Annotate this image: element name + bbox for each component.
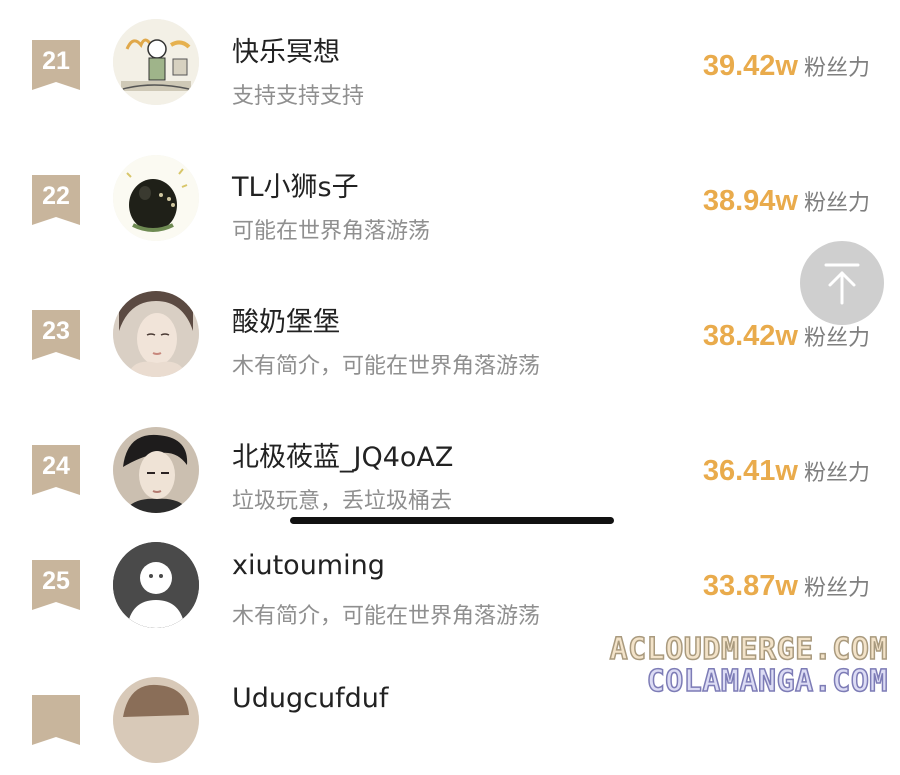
arrow-up-to-top-icon: [824, 263, 860, 305]
user-name[interactable]: xiutouming: [232, 550, 385, 581]
fan-stat: 36.41w 粉丝力: [703, 455, 870, 488]
fan-unit: 粉丝力: [803, 576, 870, 601]
fan-unit: 粉丝力: [803, 326, 870, 351]
fan-stat: 38.94w 粉丝力: [703, 185, 870, 218]
list-item[interactable]: 22 TL小狮s子 可能在世界角落游荡 38.94w 粉丝力: [0, 135, 900, 255]
underline-mark: [290, 517, 614, 524]
user-name[interactable]: 北极莜蓝_JQ4oAZ: [232, 435, 453, 474]
avatar[interactable]: [113, 155, 199, 241]
fan-count: 39.42w: [702, 50, 798, 82]
user-bio: 木有简介，可能在世界角落游荡: [232, 354, 541, 379]
fan-unit: 粉丝力: [803, 461, 870, 486]
rank-badge: 23: [32, 310, 80, 360]
fan-unit: 粉丝力: [803, 56, 870, 81]
rank-badge: 22: [32, 175, 80, 225]
user-name[interactable]: Udugcufduf: [232, 683, 388, 714]
scroll-to-top-button[interactable]: [800, 241, 884, 325]
list-item[interactable]: 23 酸奶堡堡 木有简介，可能在世界角落游荡 38.42w 粉丝力: [0, 270, 900, 390]
list-item[interactable]: 25 xiutouming 木有简介，可能在世界角落游荡 33.87w 粉丝力: [0, 520, 900, 640]
fan-stat: 33.87w 粉丝力: [703, 570, 870, 603]
avatar[interactable]: [113, 291, 199, 377]
user-name[interactable]: 酸奶堡堡: [232, 300, 340, 339]
rank-badge: 21: [32, 40, 80, 90]
avatar[interactable]: [113, 542, 199, 628]
avatar[interactable]: [113, 427, 199, 513]
fan-count: 33.87w: [702, 570, 798, 602]
rank-badge: 25: [32, 560, 80, 610]
user-name[interactable]: TL小狮s子: [232, 165, 359, 204]
avatar[interactable]: [113, 19, 199, 105]
list-item[interactable]: 24 北极莜蓝_JQ4oAZ 垃圾玩意，丢垃圾桶去 36.41w 粉丝力: [0, 405, 900, 525]
fan-count: 36.41w: [702, 455, 798, 487]
rank-badge: 24: [32, 445, 80, 495]
user-name[interactable]: 快乐冥想: [232, 30, 340, 69]
user-bio: 木有简介，可能在世界角落游荡: [232, 604, 541, 629]
fan-count: 38.42w: [702, 320, 798, 352]
fan-stat: 39.42w 粉丝力: [703, 50, 870, 83]
user-bio: 垃圾玩意，丢垃圾桶去: [232, 489, 453, 514]
list-item[interactable]: 21 快乐冥想 支持支持支持 39.42w 粉丝力: [0, 0, 900, 120]
user-bio: 可能在世界角落游荡: [232, 219, 431, 244]
watermark-line-1: ACLOUDMERGE.COM: [609, 631, 888, 668]
watermark-line-2: COLAMANGA.COM: [646, 663, 888, 700]
user-bio: 支持支持支持: [232, 84, 365, 109]
avatar[interactable]: [113, 677, 199, 763]
fan-count: 38.94w: [702, 185, 798, 217]
fan-unit: 粉丝力: [803, 191, 870, 216]
